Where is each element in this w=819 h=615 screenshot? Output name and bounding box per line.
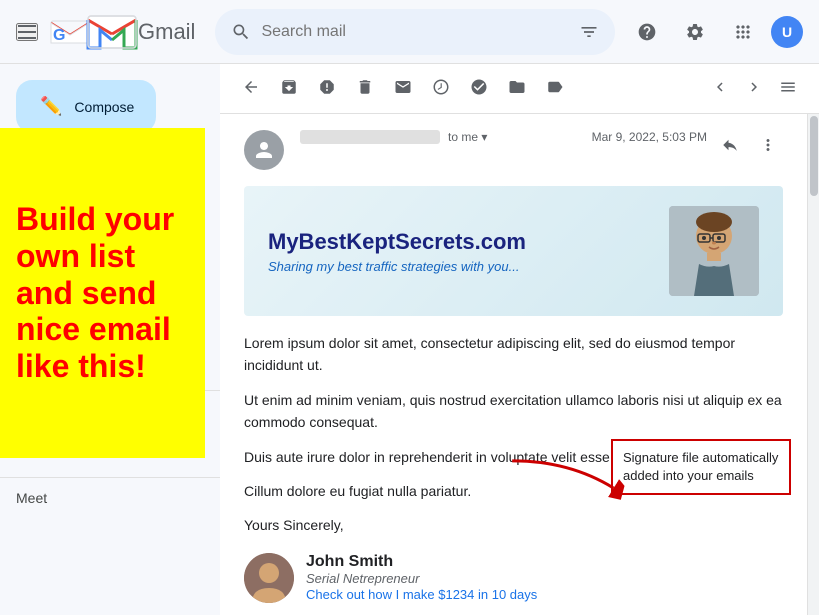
topbar: G Gmail: [0, 0, 819, 64]
email-header: to me ▾ Mar 9, 2022, 5:03 PM: [244, 130, 783, 170]
signature-link[interactable]: Check out how I make $1234 in 10 days: [306, 587, 537, 602]
prev-email-button[interactable]: [705, 72, 735, 105]
label-button[interactable]: [540, 72, 570, 105]
search-filter-icon[interactable]: [579, 22, 599, 42]
user-avatar[interactable]: U: [771, 16, 803, 48]
email-toolbar: [220, 64, 819, 114]
email-body: Lorem ipsum dolor sit amet, consectetur …: [244, 332, 783, 537]
archive-button[interactable]: [274, 72, 304, 105]
gmail-logo: G Gmail: [50, 12, 195, 52]
toolbar-nav: [705, 72, 803, 105]
move-to-button[interactable]: [502, 72, 532, 105]
email-banner: MyBestKeptSecrets.com Sharing my best tr…: [244, 186, 783, 316]
compose-label: Compose: [74, 99, 134, 115]
yellow-callout-text: Build your own list and send nice email …: [16, 201, 189, 385]
banner-text: MyBestKeptSecrets.com Sharing my best tr…: [268, 229, 526, 274]
gmail-text: Gmail: [138, 19, 195, 45]
signature-title: Serial Netrepreneur: [306, 571, 783, 586]
signature-info: John Smith Serial Netrepreneur Check out…: [306, 553, 783, 604]
banner-tagline: Sharing my best traffic strategies with …: [268, 259, 526, 274]
svg-text:G: G: [53, 27, 65, 44]
next-email-button[interactable]: [739, 72, 769, 105]
search-bar: [215, 9, 615, 55]
more-options-button[interactable]: [753, 130, 783, 163]
apps-button[interactable]: [723, 12, 763, 52]
compose-button[interactable]: ✏️ Compose: [16, 80, 156, 133]
email-view: to me ▾ Mar 9, 2022, 5:03 PM: [220, 114, 807, 615]
search-input[interactable]: [261, 23, 569, 41]
main-layout: ✏️ Compose ▾ Mail Inbox 3 Snoozed: [0, 64, 819, 615]
back-button[interactable]: [236, 72, 266, 105]
sidebar-divider-2: [0, 477, 220, 478]
reply-button[interactable]: [715, 130, 745, 163]
help-button[interactable]: [627, 12, 667, 52]
email-signature: John Smith Serial Netrepreneur Check out…: [244, 553, 783, 604]
email-date: Mar 9, 2022, 5:03 PM: [592, 130, 707, 144]
topbar-right: U: [627, 12, 803, 52]
scrollbar-track[interactable]: [807, 114, 819, 615]
to-me-label[interactable]: to me ▾: [448, 130, 487, 144]
compose-pencil-icon: ✏️: [40, 96, 62, 117]
snooze-button[interactable]: [426, 72, 456, 105]
sender-name-placeholder: [300, 130, 440, 144]
yellow-callout-box: Build your own list and send nice email …: [0, 128, 205, 458]
sender-avatar: [244, 130, 284, 170]
banner-site-name: MyBestKeptSecrets.com: [268, 229, 526, 255]
mark-unread-button[interactable]: [388, 72, 418, 105]
signature-avatar: [244, 553, 294, 603]
add-task-button[interactable]: [464, 72, 494, 105]
signature-callout-box: Signature file automatically added into …: [611, 439, 791, 495]
person-illustration: [669, 206, 759, 296]
view-options-button[interactable]: [773, 72, 803, 105]
delete-button[interactable]: [350, 72, 380, 105]
email-actions: [715, 130, 783, 163]
settings-button[interactable]: [675, 12, 715, 52]
sig-callout-text: Signature file automatically added into …: [623, 450, 778, 483]
meet-section-label: Meet: [0, 482, 220, 514]
gmail-m-icon: [86, 12, 138, 52]
email-para-2: Ut enim ad minim veniam, quis nostrud ex…: [244, 389, 783, 434]
banner-person-image: [669, 206, 759, 296]
sig-avatar-image: [244, 553, 294, 603]
email-meta: to me ▾: [300, 130, 592, 146]
signature-name: John Smith: [306, 553, 783, 571]
sender-name-row: to me ▾: [300, 130, 592, 144]
google-m-logo-icon: G: [50, 18, 90, 46]
search-icon: [231, 22, 251, 42]
menu-button[interactable]: [16, 23, 38, 41]
content-area: to me ▾ Mar 9, 2022, 5:03 PM: [220, 64, 819, 615]
email-closing: Yours Sincerely,: [244, 514, 783, 536]
report-spam-button[interactable]: [312, 72, 342, 105]
email-para-1: Lorem ipsum dolor sit amet, consectetur …: [244, 332, 783, 377]
hamburger-icon: [18, 25, 36, 39]
scrollbar-thumb[interactable]: [810, 116, 818, 196]
